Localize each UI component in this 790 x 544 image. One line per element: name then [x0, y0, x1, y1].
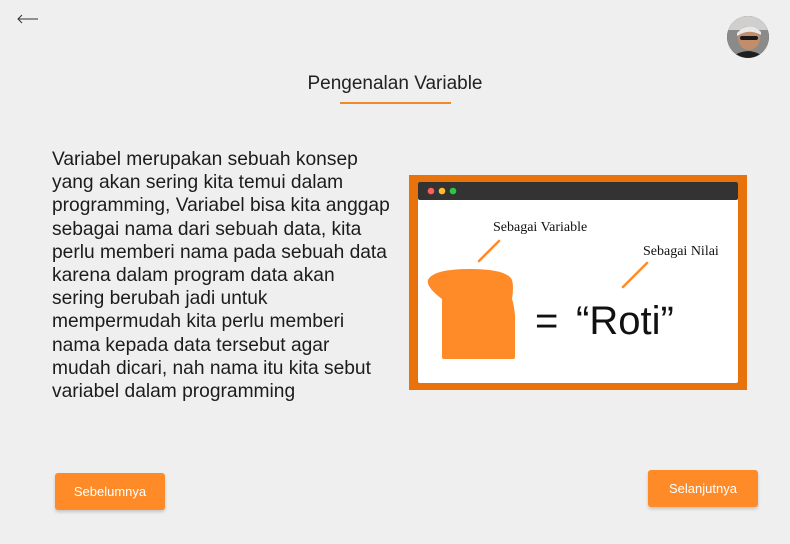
window-maximize-dot — [449, 187, 457, 195]
back-arrow-icon[interactable] — [16, 6, 40, 30]
previous-button[interactable]: Sebelumnya — [55, 473, 165, 510]
page-title: Pengenalan Variable — [307, 73, 483, 94]
title-underline — [340, 102, 451, 104]
description-text: Variabel merupakan sebuah konsep yang ak… — [52, 149, 390, 403]
equals-sign: = — [535, 299, 558, 343]
variable-illustration: Sebagai Variable Sebagai Nilai = “Roti” — [409, 175, 747, 390]
next-button[interactable]: Selanjutnya — [648, 470, 758, 507]
window-close-dot — [427, 187, 435, 195]
user-avatar[interactable] — [727, 16, 769, 58]
value-text: “Roti” — [576, 299, 674, 343]
value-label: Sebagai Nilai — [643, 244, 719, 259]
window-minimize-dot — [438, 187, 446, 195]
variable-label: Sebagai Variable — [493, 220, 587, 235]
